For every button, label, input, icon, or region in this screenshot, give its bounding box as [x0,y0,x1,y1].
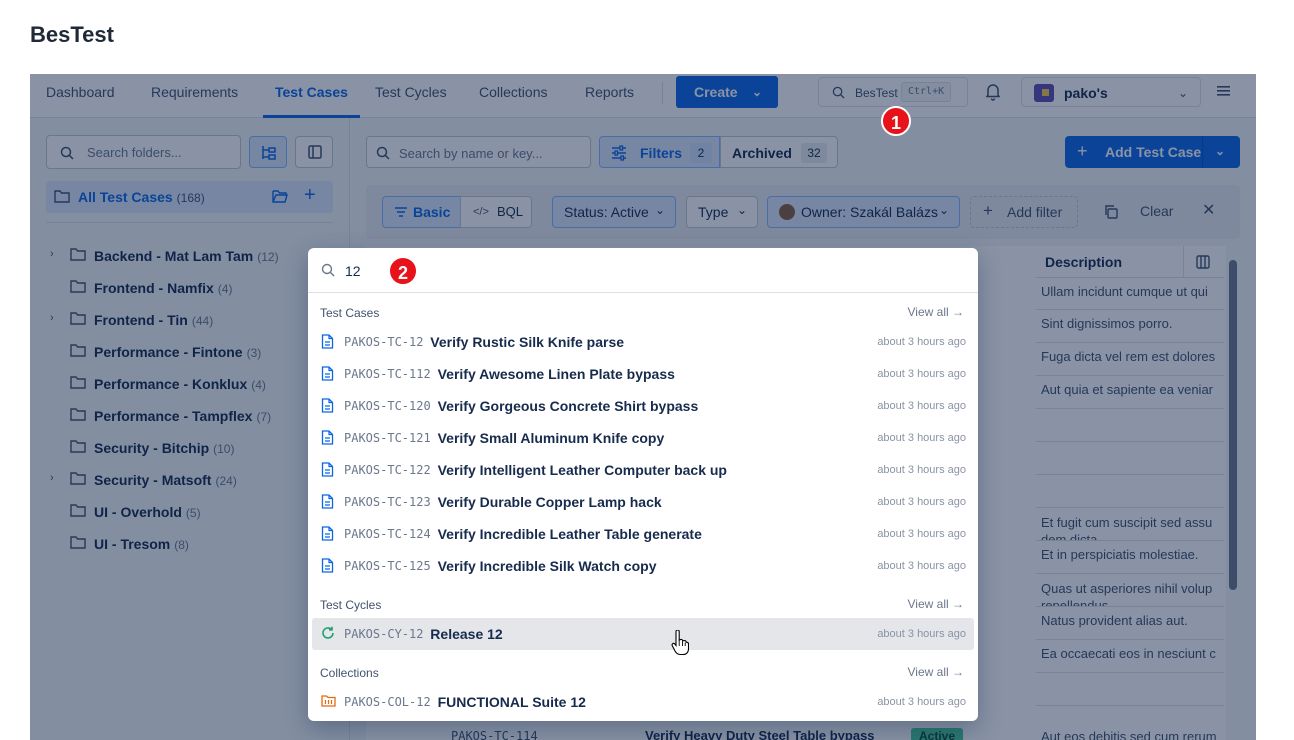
result-key: PAKOS-TC-124 [344,527,431,541]
arrow-right-icon: → [952,305,964,319]
search-icon [321,263,335,277]
result-title: FUNCTIONAL Suite 12 [437,694,586,710]
section-header-collections: Collections [320,666,379,680]
result-title: Verify Small Aluminum Knife copy [437,430,665,446]
result-key: PAKOS-COL-12 [344,695,431,709]
page-title: BesTest [30,22,114,47]
search-result-item[interactable]: PAKOS-TC-120 Verify Gorgeous Concrete Shi… [312,390,974,422]
result-key: PAKOS-TC-125 [344,559,431,573]
result-timestamp: about 3 hours ago [877,528,966,540]
test-case-document-icon [321,334,334,354]
arrow-right-icon: → [952,597,964,611]
popup-search-query: 12 [345,263,361,279]
result-key: PAKOS-TC-120 [344,399,431,413]
result-title: Verify Intelligent Leather Computer back… [437,462,727,478]
result-key: PAKOS-TC-123 [344,495,431,509]
test-cycle-refresh-icon [321,626,335,645]
result-title: Verify Incredible Silk Watch copy [437,558,657,574]
test-case-document-icon [321,526,334,546]
result-title: Verify Gorgeous Concrete Shirt bypass [437,398,699,414]
search-result-item[interactable]: PAKOS-COL-12 FUNCTIONAL Suite 12 about 3 h… [312,686,974,718]
view-all-link-test-cases[interactable]: View all → [908,305,964,319]
result-timestamp: about 3 hours ago [877,696,966,708]
result-timestamp: about 3 hours ago [877,464,966,476]
result-title: Verify Durable Copper Lamp hack [437,494,662,510]
view-all-link-test-cycles[interactable]: View all → [908,597,964,611]
test-case-document-icon [321,494,334,514]
test-case-document-icon [321,398,334,418]
annotation-badge-2: 2 [388,256,418,286]
test-case-document-icon [321,430,334,450]
arrow-right-icon: → [952,665,964,679]
search-result-item[interactable]: PAKOS-TC-124 Verify Incredible Leather Ta… [312,518,974,550]
result-timestamp: about 3 hours ago [877,336,966,348]
result-key: PAKOS-TC-122 [344,463,431,477]
search-result-item[interactable]: PAKOS-TC-121 Verify Small Aluminum Knife … [312,422,974,454]
search-result-item[interactable]: PAKOS-TC-123 Verify Durable Copper Lamp h… [312,486,974,518]
result-title: Verify Awesome Linen Plate bypass [437,366,675,382]
search-results-popup: 12 Test Cases View all → PAKOS-TC-12 Verify… [308,248,978,721]
section-header-test-cycles: Test Cycles [320,598,382,612]
collection-folder-icon [321,694,336,712]
search-result-item[interactable]: PAKOS-TC-112 Verify Awesome Linen Plate b… [312,358,974,390]
view-all-link-collections[interactable]: View all → [908,665,964,679]
view-all-label: View all [907,665,949,679]
test-case-document-icon [321,462,334,482]
result-timestamp: about 3 hours ago [877,400,966,412]
search-result-item[interactable]: PAKOS-CY-12 Release 12 about 3 hours ago [312,618,974,650]
test-case-document-icon [321,366,334,386]
result-timestamp: about 3 hours ago [877,560,966,572]
search-result-item[interactable]: PAKOS-TC-12 Verify Rustic Silk Knife pars… [312,326,974,358]
hand-cursor-icon [671,630,689,656]
result-timestamp: about 3 hours ago [877,432,966,444]
result-key: PAKOS-TC-121 [344,431,431,445]
view-all-label: View all [907,597,949,611]
result-key: PAKOS-TC-12 [344,335,424,349]
annotation-badge-1: 1 [881,106,911,136]
result-timestamp: about 3 hours ago [877,628,966,640]
result-key: PAKOS-CY-12 [344,627,424,641]
search-result-item[interactable]: PAKOS-TC-125 Verify Incredible Silk Watch… [312,550,974,582]
search-result-item[interactable]: PAKOS-TC-122 Verify Intelligent Leather C… [312,454,974,486]
result-key: PAKOS-TC-112 [344,367,431,381]
result-title: Release 12 [430,626,503,642]
result-timestamp: about 3 hours ago [877,496,966,508]
view-all-label: View all [907,305,949,319]
result-timestamp: about 3 hours ago [877,368,966,380]
result-title: Verify Rustic Silk Knife parse [430,334,625,350]
result-title: Verify Incredible Leather Table generate [437,526,702,542]
section-header-test-cases: Test Cases [320,306,380,320]
test-case-document-icon [321,558,334,578]
